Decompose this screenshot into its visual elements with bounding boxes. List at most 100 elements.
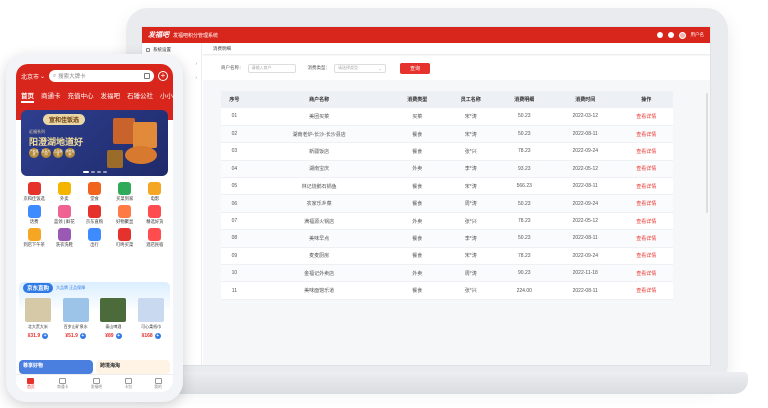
banner-pill: 宣和佳饭选 (43, 114, 86, 125)
service-label: 叮咚买菜 (116, 242, 134, 247)
product-image (24, 298, 51, 322)
table-cell-staff: 宋*涛 (443, 125, 498, 144)
service-item[interactable]: 电影 (140, 182, 170, 202)
tab-home[interactable]: 首页 (21, 90, 34, 103)
chevron-right-icon: › (195, 75, 197, 81)
product-name: 北大荒大米 (27, 324, 48, 329)
table-cell-type: 外卖 (390, 212, 444, 231)
city-selector[interactable]: 北京市 ⌄ (21, 72, 45, 81)
view-detail-link[interactable]: 查看详情 (619, 194, 673, 213)
service-item[interactable]: 话费 (19, 205, 49, 225)
premium-goods-card[interactable]: 尊享好物 (19, 360, 93, 374)
table-row: 03 新疆饭店 餐食 张*兴 78.23 2022-09-24 查看详情 (221, 142, 673, 161)
tabbar-item[interactable]: 我的 (154, 377, 162, 390)
service-item[interactable]: 堂食 (79, 182, 109, 202)
view-detail-link[interactable]: 查看详情 (619, 264, 673, 283)
service-item[interactable]: 好物聚显 (110, 205, 140, 225)
promo-banner[interactable]: 宣和佳饭选 近福系列 阳澄湖地道好 产地直发 直采大闸 正品保证 顺丰包邮 (21, 110, 168, 176)
jd-tag[interactable]: 京东直购 (23, 283, 54, 293)
table-cell-no: 02 (221, 125, 248, 144)
jd-direct-section: 京东直购 大品牌 正品保障 北大荒大米 ¥31.9 + 百岁山矿泉水 ¥51.9 + 泰山啤… (19, 282, 170, 358)
tab-recharge[interactable]: 充值中心 (68, 90, 94, 103)
merchant-input[interactable]: 请输入商户 (247, 63, 296, 73)
tabbar-item[interactable]: 首页 (27, 377, 35, 390)
view-detail-link[interactable]: 查看详情 (619, 247, 673, 266)
service-item[interactable]: 酒店民宿 (140, 228, 170, 248)
search-input[interactable]: ⌕ 搜索大牌卡 (49, 70, 154, 82)
chevron-down-icon: ⌄ (378, 65, 382, 71)
service-label: 买菜到家 (116, 196, 134, 201)
service-icon (118, 182, 132, 195)
tab-fafuba[interactable]: 发福吧 (101, 90, 121, 103)
crossborder-card[interactable]: 跨境海淘 (96, 360, 170, 374)
service-label: 酒店民宿 (146, 242, 164, 247)
table-cell-merchant: 金福记外卖店 (247, 264, 391, 283)
view-detail-link[interactable]: 查看详情 (619, 212, 673, 231)
service-label: 到店下午茶 (23, 242, 45, 247)
add-to-cart-icon[interactable]: + (79, 333, 86, 339)
view-detail-link[interactable]: 查看详情 (619, 125, 673, 144)
tabbar-item[interactable]: 商通卡 (57, 377, 68, 390)
view-detail-link[interactable]: 查看详情 (619, 160, 673, 179)
sidebar-item-label: 系统设置 (153, 47, 171, 52)
product-card[interactable]: 可心柔纸巾 ¥168 + (133, 298, 169, 339)
table-cell-type: 买菜 (390, 108, 444, 126)
tabbar-item[interactable]: 发福吧 (91, 377, 102, 390)
view-detail-link[interactable]: 查看详情 (619, 281, 673, 300)
view-detail-link[interactable]: 查看详情 (619, 229, 673, 248)
help-icon[interactable] (656, 32, 663, 38)
tab-commune[interactable]: 石锤公社 (127, 90, 153, 103)
service-icon (27, 182, 41, 195)
bottom-tabbar: 首页 商通卡 发福吧 卡包 我的 (16, 374, 173, 392)
search-icon: ⌕ (53, 72, 57, 79)
tab-card[interactable]: 商通卡 (41, 90, 61, 103)
product-list: 北大荒大米 ¥31.9 + 百岁山矿泉水 ¥51.9 + 泰山啤酒 ¥89 + 可心柔纸巾 ¥168… (19, 298, 170, 339)
tab-more[interactable]: 小小汇 (160, 90, 173, 103)
table-row: 10 金福记外卖店 外卖 周*涛 90.23 2022-11-18 查看详情 (221, 264, 673, 283)
bottom-cards: 尊享好物 跨境海淘 (19, 360, 170, 374)
add-to-cart-icon[interactable]: + (42, 333, 49, 339)
service-item[interactable]: 洗衣洗鞋 (49, 228, 79, 248)
scrollbar[interactable] (706, 93, 708, 213)
scan-icon[interactable] (144, 73, 150, 79)
view-detail-link[interactable]: 查看详情 (619, 108, 673, 126)
service-item[interactable]: 到店下午茶 (19, 228, 49, 248)
service-icon (148, 228, 162, 241)
mobile-tabs: 首页 商通卡 充值中心 发福吧 石锤公社 小小汇 (21, 90, 173, 103)
query-button[interactable]: 查询 (400, 62, 430, 74)
product-card[interactable]: 泰山啤酒 ¥89 + (95, 298, 131, 339)
product-name: 可心柔纸巾 (141, 324, 162, 329)
plus-icon[interactable]: + (158, 71, 168, 81)
view-detail-link[interactable]: 查看详情 (619, 177, 673, 196)
type-select[interactable]: 请选择类型 ⌄ (334, 63, 386, 73)
tabbar-item[interactable]: 卡包 (124, 377, 132, 390)
service-item[interactable]: 京东直购 (79, 205, 109, 225)
table-cell-no: 04 (221, 160, 248, 179)
avatar[interactable] (678, 31, 686, 39)
service-item[interactable]: 蓝领 | 鲜花 (49, 205, 79, 225)
table-cell-staff: 张*兴 (443, 281, 498, 300)
add-to-cart-icon[interactable]: + (115, 333, 122, 339)
service-label: 堂食 (90, 196, 99, 201)
user-name[interactable]: 用户名 (691, 32, 705, 38)
table-cell-amount: 224.00 (497, 281, 552, 300)
table-cell-merchant: 林记烧鹅石锅鱼 (247, 177, 391, 196)
product-card[interactable]: 百岁山矿泉水 ¥51.9 + (58, 298, 94, 339)
table-cell-time: 2022-11-18 (551, 264, 620, 283)
service-item[interactable]: 外卖 (49, 182, 79, 202)
service-item[interactable]: 精选好货 (140, 205, 170, 225)
tabbar-icon (124, 377, 132, 384)
service-item[interactable]: 买菜到家 (110, 182, 140, 202)
table-cell-merchant: 农家乐乡菜 (247, 194, 391, 213)
table-row: 01 美团买菜 买菜 宋*涛 50.23 2022-03-12 查看详情 (221, 108, 673, 126)
bell-icon[interactable] (667, 32, 674, 38)
table-cell-time: 2022-09-24 (551, 142, 620, 161)
product-card[interactable]: 北大荒大米 ¥31.9 + (20, 298, 56, 339)
service-item[interactable]: 叮咚买菜 (110, 228, 140, 248)
table-cell-staff: 李*涛 (443, 160, 498, 179)
service-icon (118, 228, 132, 241)
add-to-cart-icon[interactable]: + (154, 333, 161, 339)
view-detail-link[interactable]: 查看详情 (619, 142, 673, 161)
service-item[interactable]: 出行 (79, 228, 109, 248)
service-item[interactable]: 京和佳饭选 (19, 182, 49, 202)
